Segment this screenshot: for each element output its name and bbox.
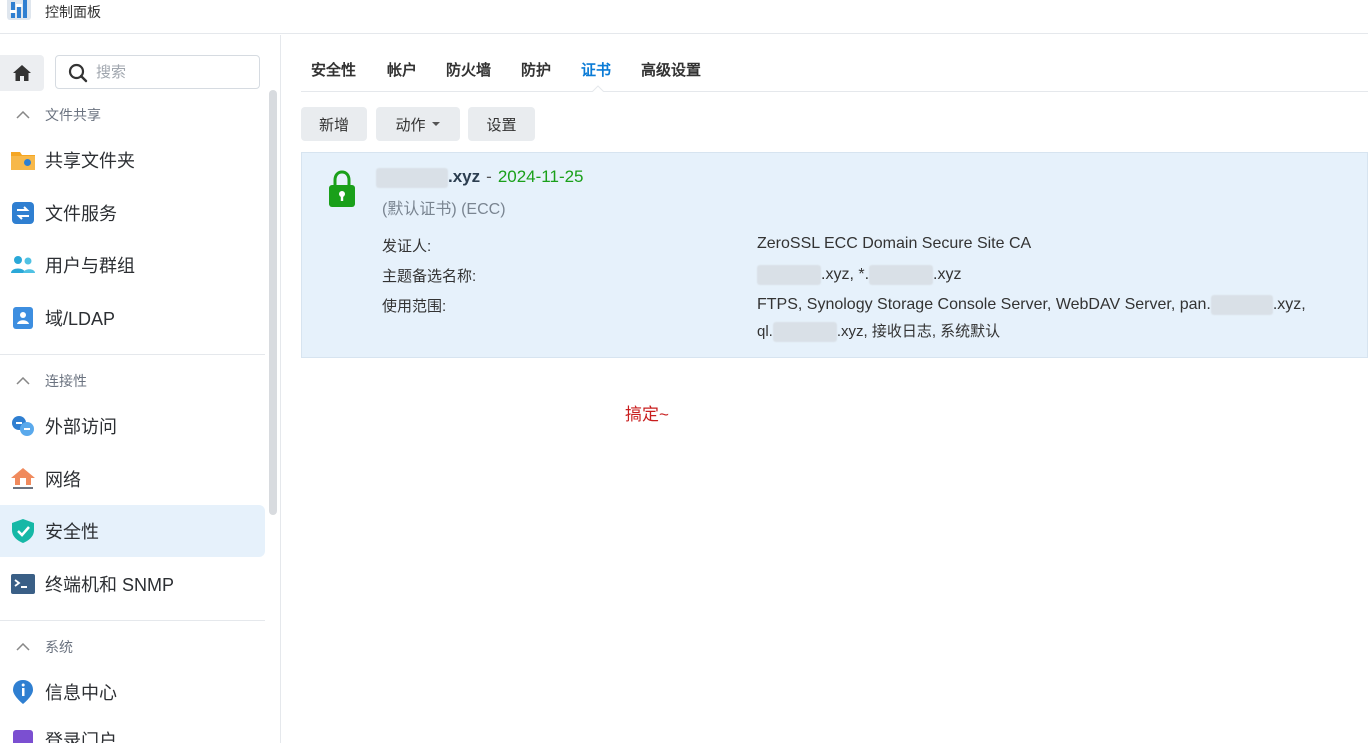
redacted-domain [772,322,837,343]
section-divider [0,354,265,355]
sidebar-item-label: 网络 [45,470,81,490]
usage-value-line1: FTPS, Synology Storage Console Server, W… [757,295,1306,315]
redacted-domain [757,265,821,285]
expiry-date: 2024-11-25 [497,167,584,186]
section-divider [0,620,265,621]
san-value: .xyz, *. .xyz [757,265,961,285]
tab-advanced[interactable]: 高级设置 [641,59,701,80]
section-label: 系统 [45,639,73,655]
lock-icon [329,170,355,207]
search-input[interactable] [96,62,246,82]
annotation-text: 搞定~ [625,405,669,424]
action-dropdown-button[interactable]: 动作 [376,107,460,141]
search-box[interactable] [55,55,260,89]
sidebar-item-label: 共享文件夹 [45,151,135,171]
domain-suffix: .xyz [448,167,481,186]
redacted-domain [1210,295,1273,315]
issuer-label: 发证人: [382,238,432,255]
home-icon [13,65,31,81]
sidebar-item-label: 信息中心 [45,683,117,703]
sidebar-item-login-portal[interactable]: 登录门户 [0,725,265,743]
section-label: 连接性 [45,373,87,389]
control-panel-icon [4,0,34,22]
settings-button[interactable]: 设置 [468,107,535,141]
section-system[interactable]: 系统 [0,632,265,662]
search-icon [68,63,88,83]
san-label: 主题备选名称: [382,268,477,285]
add-button[interactable]: 新增 [301,107,367,141]
issuer-value: ZeroSSL ECC Domain Secure Site CA [757,235,1032,252]
sidebar-item-label: 终端机和 SNMP [45,575,175,595]
users-icon [10,256,35,273]
section-connectivity[interactable]: 连接性 [0,366,265,396]
tab-account[interactable]: 帐户 [387,59,417,80]
login-portal-icon [12,730,33,743]
tab-bar: 安全性 帐户 防火墙 防护 证书 高级设置 [301,35,1368,92]
sidebar-item-file-services[interactable]: 文件服务 [0,187,265,239]
section-label: 文件共享 [45,107,101,123]
external-access-icon [11,416,34,436]
main-panel: 安全性 帐户 防火墙 防护 证书 高级设置 新增 动作 设置 .xyz -2024… [282,35,1368,743]
sidebar-item-label: 登录门户 [45,731,117,743]
redacted-domain [869,265,934,285]
sidebar-item-users-groups[interactable]: 用户与群组 [0,239,265,291]
sidebar-item-network[interactable]: 网络 [0,453,265,505]
active-tab-indicator [592,85,604,92]
home-button[interactable] [0,55,44,91]
tab-security[interactable]: 安全性 [311,59,356,80]
chevron-up-icon [15,377,30,385]
title-bar: 控制面板 [0,0,1368,34]
file-services-icon [11,202,34,224]
tab-protection[interactable]: 防护 [521,59,551,80]
sidebar-item-domain-ldap[interactable]: 域/LDAP [0,292,265,344]
shield-icon [11,519,34,543]
title-separator: - [486,167,492,186]
sidebar-item-security[interactable]: 安全性 [0,505,265,557]
tab-firewall[interactable]: 防火墙 [446,59,491,80]
sidebar-item-label: 域/LDAP [45,309,116,329]
sidebar-scrollbar[interactable] [269,90,277,515]
certificate-title: .xyz -2024-11-25 [376,167,584,188]
sidebar: 文件共享 共享文件夹 文件服务 用户与群组 域/LDAP 连接性 外部访问 网络… [0,35,281,743]
certificate-item[interactable]: .xyz -2024-11-25 (默认证书) (ECC) 发证人: ZeroSS… [301,152,1368,358]
section-file-sharing[interactable]: 文件共享 [0,100,265,130]
chevron-up-icon [15,111,30,119]
info-pin-icon [12,680,33,704]
sidebar-item-label: 外部访问 [45,417,117,437]
sidebar-item-shared-folder[interactable]: 共享文件夹 [0,134,265,186]
usage-value-line2: ql. .xyz, 接收日志, 系统默认 [757,320,1000,343]
window-title: 控制面板 [45,4,101,20]
caret-down-icon [431,122,440,126]
network-house-icon [10,468,35,489]
sidebar-item-external-access[interactable]: 外部访问 [0,400,265,452]
sidebar-item-label: 安全性 [45,522,99,542]
sidebar-item-info-center[interactable]: 信息中心 [0,666,265,718]
chevron-up-icon [15,643,30,651]
sidebar-item-terminal-snmp[interactable]: 终端机和 SNMP [0,558,265,610]
sidebar-item-label: 文件服务 [45,204,117,224]
folder-icon [10,152,35,170]
terminal-icon [10,574,35,594]
usage-label: 使用范围: [382,298,447,315]
sidebar-item-label: 用户与群组 [45,256,135,276]
tab-certificate[interactable]: 证书 [581,59,611,80]
certificate-subtitle: (默认证书) (ECC) [382,201,506,218]
redacted-domain [376,167,448,188]
directory-icon [12,307,33,329]
